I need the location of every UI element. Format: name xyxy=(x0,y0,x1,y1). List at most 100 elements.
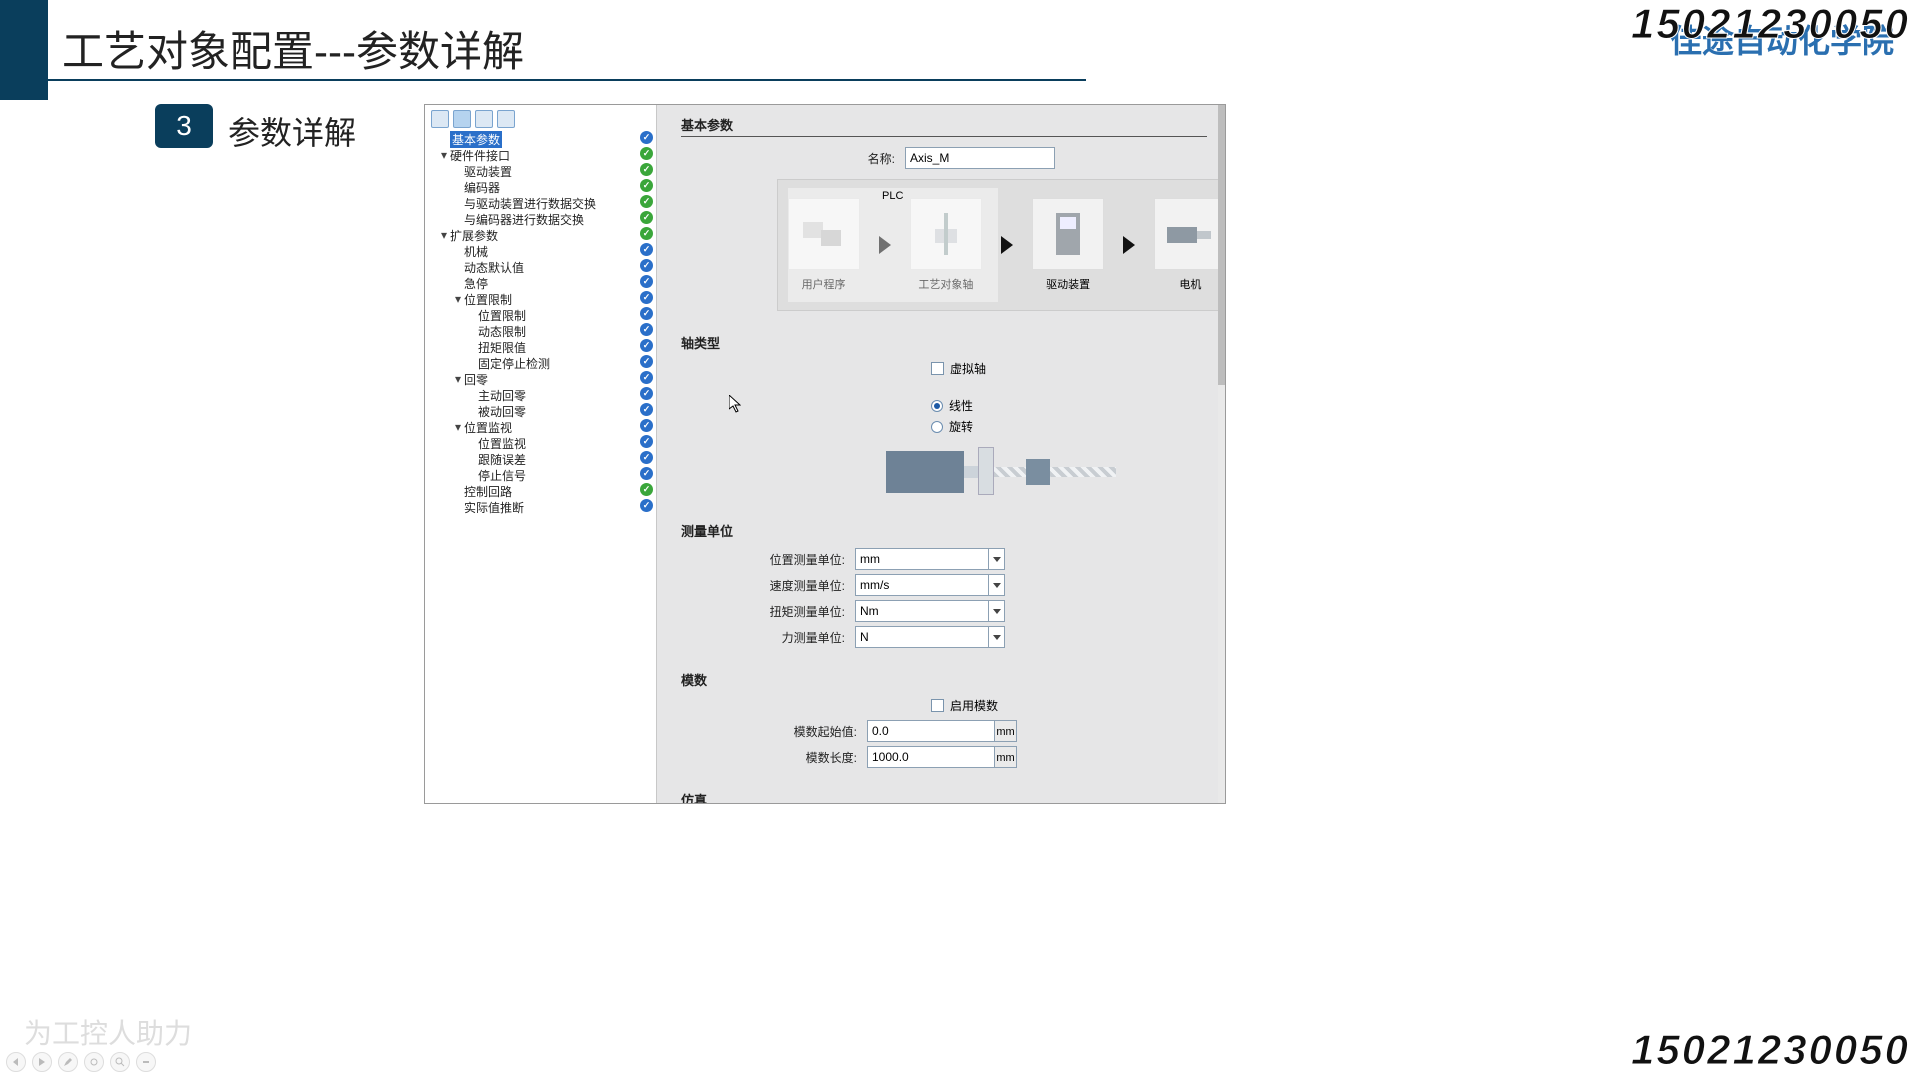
measure-unit-title: 测量单位 xyxy=(681,521,1207,540)
name-label: 名称: xyxy=(681,150,905,167)
force-unit-combo[interactable]: N xyxy=(855,626,1005,648)
status-check-icon: ✓ xyxy=(640,275,653,288)
watermark-phone-bottom: 15021230050 xyxy=(1631,1026,1910,1074)
section-basic-params-title: 基本参数 xyxy=(681,115,1207,134)
status-check-icon: ✓ xyxy=(640,339,653,352)
plc-arrow-icon xyxy=(1001,236,1013,254)
name-input[interactable] xyxy=(905,147,1055,169)
status-check-icon: ✓ xyxy=(640,371,653,384)
tree-item[interactable]: 被动回零 xyxy=(425,403,656,419)
modulo-start-unit: mm xyxy=(995,720,1017,742)
tree-item[interactable]: ▾位置监视 xyxy=(425,419,656,435)
status-check-icon: ✓ xyxy=(640,387,653,400)
status-check-icon: ✓ xyxy=(640,307,653,320)
modulo-length-label: 模数长度: xyxy=(657,749,867,766)
player-audio-button[interactable] xyxy=(84,1052,104,1072)
tree-toolbar xyxy=(425,107,656,131)
chapter-title: 参数详解 xyxy=(228,108,356,154)
player-prev-button[interactable] xyxy=(6,1052,26,1072)
tree-item[interactable]: ▾位置限制 xyxy=(425,291,656,307)
status-check-icon: ✓ xyxy=(640,211,653,224)
tree-item[interactable]: ▾硬件件接口 xyxy=(425,147,656,163)
linear-label: 线性 xyxy=(949,397,973,414)
tree-status-column: ✓✓✓✓✓✓✓✓✓✓✓✓✓✓✓✓✓✓✓✓✓✓✓✓ xyxy=(640,131,654,515)
player-more-button[interactable] xyxy=(136,1052,156,1072)
status-check-icon: ✓ xyxy=(640,435,653,448)
player-zoom-button[interactable] xyxy=(110,1052,130,1072)
status-check-icon: ✓ xyxy=(640,243,653,256)
toolbar-btn-4[interactable] xyxy=(497,110,515,128)
force-unit-label: 力测量单位: xyxy=(657,629,855,646)
status-check-icon: ✓ xyxy=(640,467,653,480)
modulo-title: 模数 xyxy=(681,670,1207,689)
tree-item[interactable]: 位置监视 xyxy=(425,435,656,451)
toolbar-btn-1[interactable] xyxy=(431,110,449,128)
watermark-phone-top: 15021230050 xyxy=(1631,0,1910,48)
torque-unit-combo[interactable]: Nm xyxy=(855,600,1005,622)
tree-item[interactable]: 固定停止检测 xyxy=(425,355,656,371)
sim-title: 仿真 xyxy=(681,790,1207,803)
plc-arrow-icon xyxy=(1123,236,1135,254)
status-check-icon: ✓ xyxy=(640,131,653,144)
tree-item[interactable]: ▾扩展参数 xyxy=(425,227,656,243)
tree-item[interactable]: 实际值推断 xyxy=(425,499,656,515)
status-check-icon: ✓ xyxy=(640,147,653,160)
tree-item[interactable]: 驱动装置 xyxy=(425,163,656,179)
nav-tree: 基本参数▾硬件件接口驱动装置编码器与驱动装置进行数据交换与编码器进行数据交换▾扩… xyxy=(425,131,656,515)
tree-item[interactable]: 动态限制 xyxy=(425,323,656,339)
player-edit-button[interactable] xyxy=(58,1052,78,1072)
page-title-underline xyxy=(0,79,1086,81)
enable-modulo-checkbox[interactable] xyxy=(931,699,944,712)
page-title: 工艺对象配置---参数详解 xyxy=(62,18,524,79)
enable-modulo-label: 启用模数 xyxy=(950,697,998,714)
modulo-length-unit: mm xyxy=(995,746,1017,768)
status-check-icon: ✓ xyxy=(640,355,653,368)
modulo-length-input[interactable] xyxy=(867,746,995,768)
speed-unit-label: 速度测量单位: xyxy=(657,577,855,594)
status-check-icon: ✓ xyxy=(640,163,653,176)
tree-item[interactable]: 位置限制 xyxy=(425,307,656,323)
status-check-icon: ✓ xyxy=(640,451,653,464)
player-play-button[interactable] xyxy=(32,1052,52,1072)
status-check-icon: ✓ xyxy=(640,195,653,208)
plc-flow-diagram: PLC 用户程序 工艺对象轴 驱动装置 电机 xyxy=(777,179,1225,311)
status-check-icon: ✓ xyxy=(640,227,653,240)
chapter-number-badge: 3 xyxy=(155,104,213,148)
plc-stage-drive: 驱动装置 xyxy=(1032,198,1104,292)
rotation-radio[interactable] xyxy=(931,421,943,433)
tree-item[interactable]: 控制回路 xyxy=(425,483,656,499)
content-column: 基本参数 名称: PLC 用户程序 工艺对象轴 驱动装置 xyxy=(657,105,1225,803)
tree-item[interactable]: 停止信号 xyxy=(425,467,656,483)
toolbar-btn-2[interactable] xyxy=(453,110,471,128)
axis-type-title: 轴类型 xyxy=(681,333,1207,352)
modulo-start-label: 模数起始值: xyxy=(657,723,867,740)
speed-unit-combo[interactable]: mm/s xyxy=(855,574,1005,596)
status-check-icon: ✓ xyxy=(640,179,653,192)
rotation-label: 旋转 xyxy=(949,418,973,435)
position-unit-combo[interactable]: mm xyxy=(855,548,1005,570)
status-check-icon: ✓ xyxy=(640,419,653,432)
status-check-icon: ✓ xyxy=(640,483,653,496)
tree-item[interactable]: 与驱动装置进行数据交换 xyxy=(425,195,656,211)
linear-radio[interactable] xyxy=(931,400,943,412)
tree-item[interactable]: 与编码器进行数据交换 xyxy=(425,211,656,227)
virtual-axis-checkbox[interactable] xyxy=(931,362,944,375)
content-scrollbar[interactable] xyxy=(1218,105,1225,803)
status-check-icon: ✓ xyxy=(640,323,653,336)
tree-item[interactable]: 机械 xyxy=(425,243,656,259)
header-accent xyxy=(0,0,48,100)
tree-item[interactable]: 动态默认值 xyxy=(425,259,656,275)
tree-item[interactable]: 基本参数 xyxy=(425,131,656,147)
axis-diagram xyxy=(886,443,1116,499)
tree-item[interactable]: 编码器 xyxy=(425,179,656,195)
status-check-icon: ✓ xyxy=(640,259,653,272)
tree-item[interactable]: 扭矩限值 xyxy=(425,339,656,355)
tree-item[interactable]: ▾回零 xyxy=(425,371,656,387)
plc-stage-motor: 电机 xyxy=(1154,198,1225,292)
tree-item[interactable]: 跟随误差 xyxy=(425,451,656,467)
tree-item[interactable]: 急停 xyxy=(425,275,656,291)
tree-item[interactable]: 主动回零 xyxy=(425,387,656,403)
modulo-start-input[interactable] xyxy=(867,720,995,742)
tree-column: 基本参数▾硬件件接口驱动装置编码器与驱动装置进行数据交换与编码器进行数据交换▾扩… xyxy=(425,105,657,803)
toolbar-btn-3[interactable] xyxy=(475,110,493,128)
